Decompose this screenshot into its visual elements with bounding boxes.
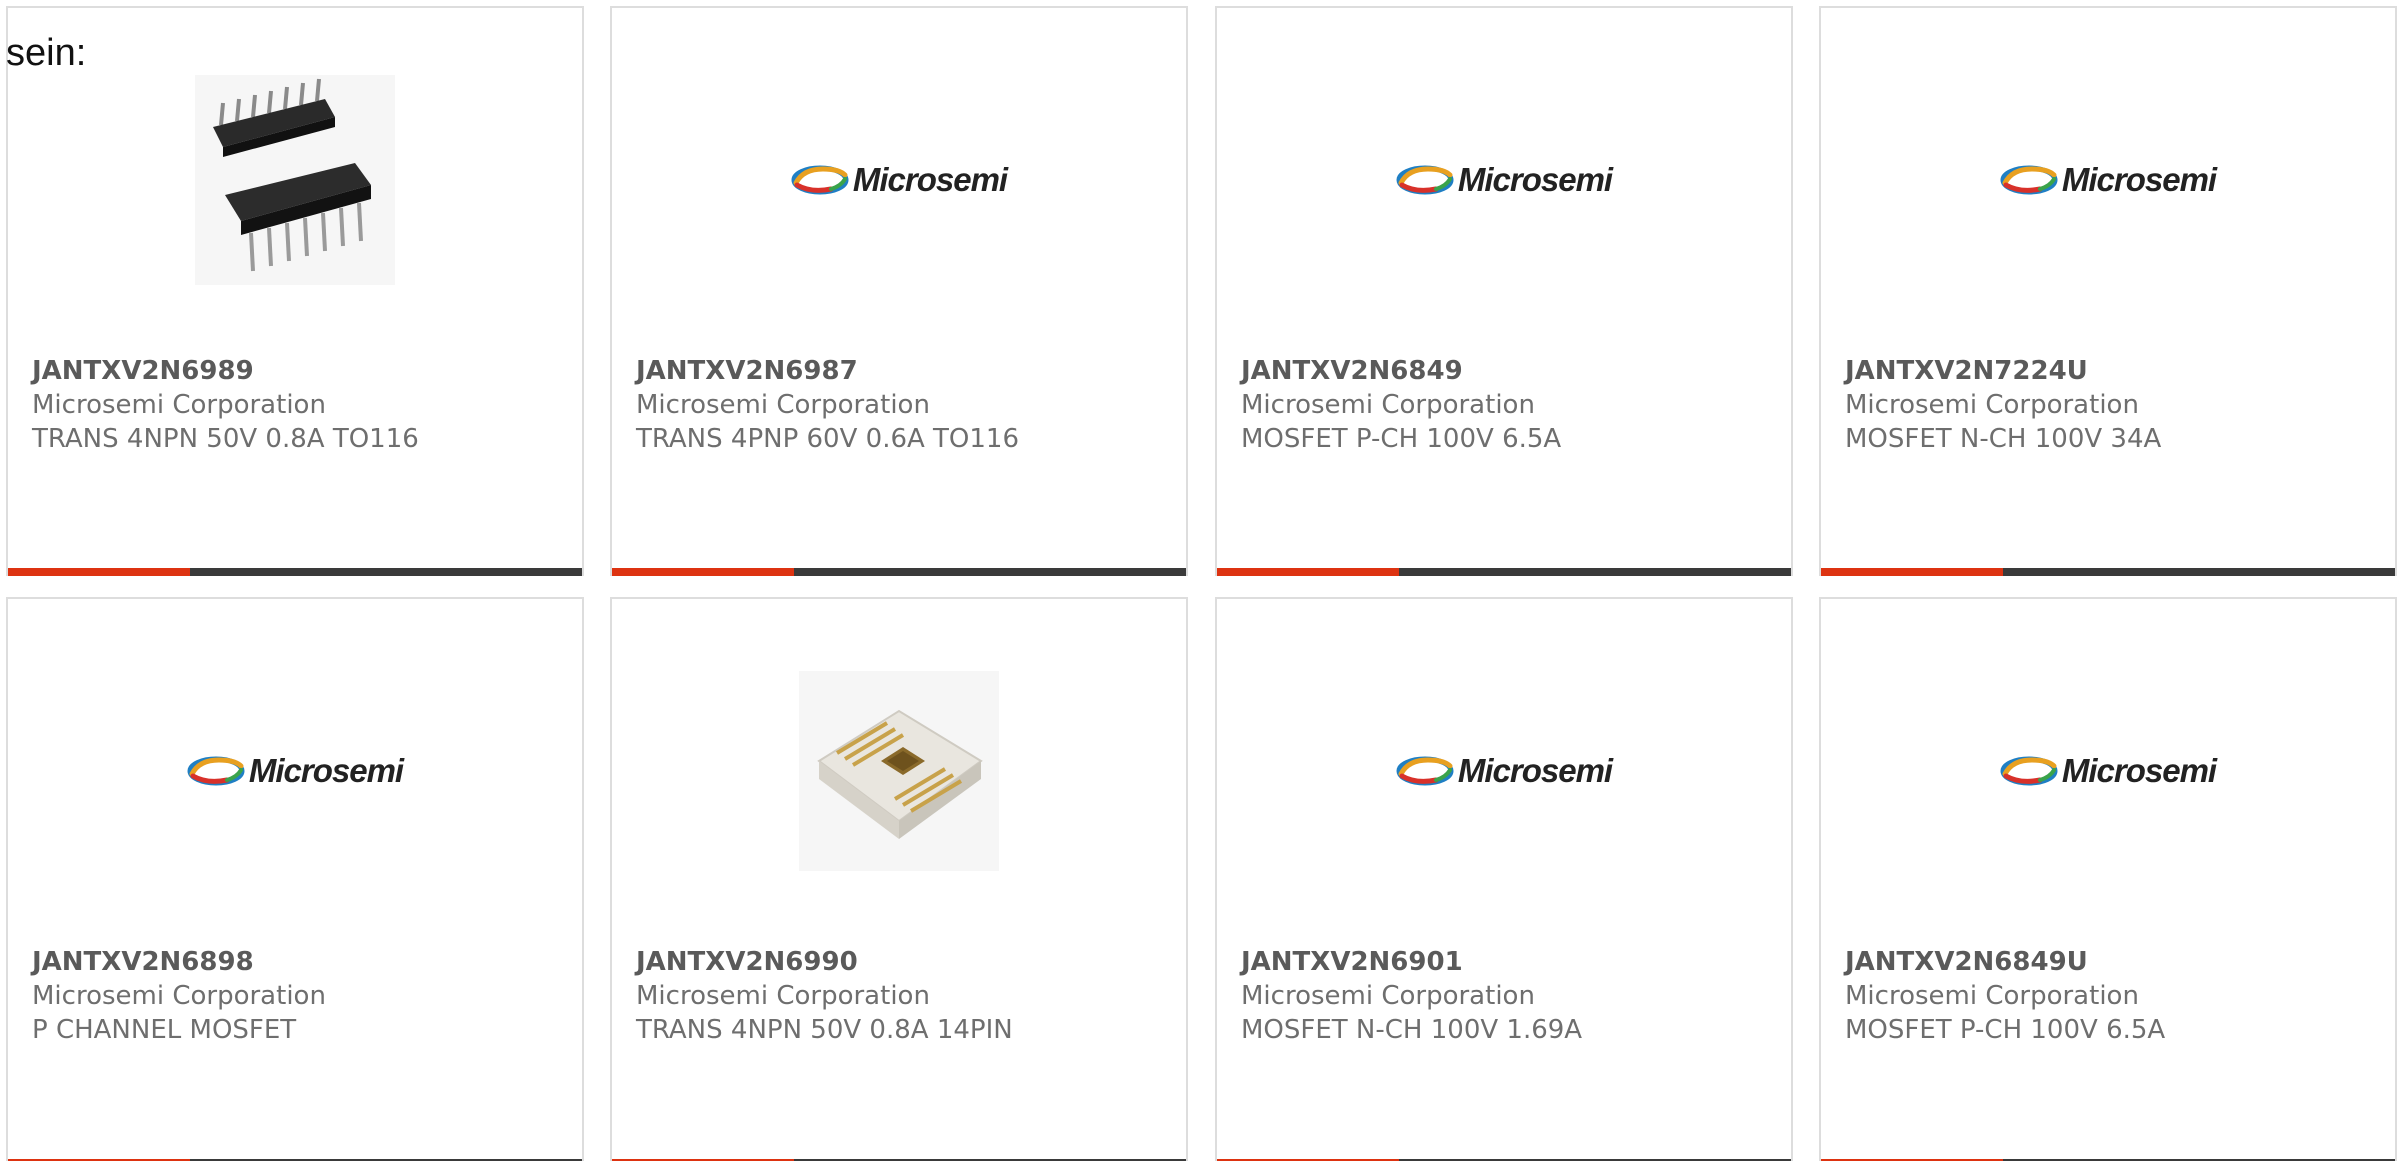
microsemi-swirl-icon <box>791 165 849 195</box>
product-manufacturer: Microsemi Corporation <box>1241 981 1535 1011</box>
microsemi-logo: Microsemi <box>187 752 404 790</box>
product-card[interactable]: Microsemi JANTXV2N7224U Microsemi Corpora… <box>1819 6 2397 576</box>
product-description: TRANS 4NPN 50V 0.8A 14PIN <box>636 1015 1013 1045</box>
product-description: P CHANNEL MOSFET <box>32 1015 297 1045</box>
product-info: JANTXV2N6989 Microsemi Corporation TRANS 4… <box>32 354 570 456</box>
microsemi-logo: Microsemi <box>2000 752 2217 790</box>
product-manufacturer: Microsemi Corporation <box>32 390 326 420</box>
product-manufacturer: Microsemi Corporation <box>636 981 930 1011</box>
card-accent-segment <box>612 568 794 576</box>
microsemi-wordmark: Microsemi <box>1457 161 1613 198</box>
product-description: MOSFET N-CH 100V 1.69A <box>1241 1015 1583 1045</box>
product-image[interactable]: Microsemi <box>1217 661 1791 881</box>
microsemi-swirl-icon <box>2000 165 2058 195</box>
product-manufacturer: Microsemi Corporation <box>1845 390 2139 420</box>
product-info: JANTXV2N6849 Microsemi Corporation MOSFET … <box>1241 354 1779 456</box>
product-image[interactable] <box>8 70 582 290</box>
product-part-number[interactable]: JANTXV2N6989 <box>32 354 570 388</box>
product-image[interactable] <box>612 661 1186 881</box>
product-card[interactable]: JANTXV2N6989 Microsemi Corporation TRANS 4… <box>6 6 584 576</box>
product-grid: JANTXV2N6989 Microsemi Corporation TRANS 4… <box>0 0 2400 1161</box>
product-description: TRANS 4PNP 60V 0.6A TO116 <box>636 424 1020 454</box>
product-info: JANTXV2N6901 Microsemi Corporation MOSFET … <box>1241 945 1779 1047</box>
product-image[interactable]: Microsemi <box>1821 70 2395 290</box>
product-image[interactable]: Microsemi <box>612 70 1186 290</box>
intro-text: sein: <box>6 32 87 74</box>
product-info: JANTXV2N6849U Microsemi Corporation MOSFET… <box>1845 945 2383 1047</box>
product-manufacturer: Microsemi Corporation <box>32 981 326 1011</box>
microsemi-wordmark: Microsemi <box>248 752 404 789</box>
product-manufacturer: Microsemi Corporation <box>1845 981 2139 1011</box>
microsemi-wordmark: Microsemi <box>2061 161 2217 198</box>
card-accent-bar <box>1217 568 1791 576</box>
microsemi-logo: Microsemi <box>2000 161 2217 199</box>
product-card[interactable]: Microsemi JANTXV2N6901 Microsemi Corporat… <box>1215 597 1793 1161</box>
product-info: JANTXV2N6990 Microsemi Corporation TRANS 4… <box>636 945 1174 1047</box>
microsemi-wordmark: Microsemi <box>852 161 1008 198</box>
product-description: MOSFET N-CH 100V 34A <box>1845 424 2162 454</box>
page: sein: JANTXV2N6989 Microsemi Corporation… <box>0 0 2400 1161</box>
product-info: JANTXV2N6987 Microsemi Corporation TRANS 4… <box>636 354 1174 456</box>
product-part-number[interactable]: JANTXV2N6849 <box>1241 354 1779 388</box>
product-part-number[interactable]: JANTXV2N7224U <box>1845 354 2383 388</box>
product-part-number[interactable]: JANTXV2N6987 <box>636 354 1174 388</box>
product-manufacturer: Microsemi Corporation <box>1241 390 1535 420</box>
product-part-number[interactable]: JANTXV2N6990 <box>636 945 1174 979</box>
card-accent-bar <box>1821 568 2395 576</box>
microsemi-swirl-icon <box>187 756 245 786</box>
microsemi-logo: Microsemi <box>1396 752 1613 790</box>
product-part-number[interactable]: JANTXV2N6898 <box>32 945 570 979</box>
product-description: MOSFET P-CH 100V 6.5A <box>1241 424 1562 454</box>
microsemi-logo: Microsemi <box>1396 161 1613 199</box>
microsemi-logo: Microsemi <box>791 161 1008 199</box>
product-description: MOSFET P-CH 100V 6.5A <box>1845 1015 2166 1045</box>
card-accent-bar <box>612 568 1186 576</box>
flatpack-package-icon <box>799 671 999 871</box>
product-card[interactable]: Microsemi JANTXV2N6849U Microsemi Corpora… <box>1819 597 2397 1161</box>
product-card[interactable]: Microsemi JANTXV2N6849 Microsemi Corporat… <box>1215 6 1793 576</box>
product-part-number[interactable]: JANTXV2N6901 <box>1241 945 1779 979</box>
microsemi-wordmark: Microsemi <box>2061 752 2217 789</box>
product-image[interactable]: Microsemi <box>8 661 582 881</box>
product-part-number[interactable]: JANTXV2N6849U <box>1845 945 2383 979</box>
microsemi-wordmark: Microsemi <box>1457 752 1613 789</box>
product-image[interactable]: Microsemi <box>1217 70 1791 290</box>
product-info: JANTXV2N6898 Microsemi Corporation P CHANN… <box>32 945 570 1047</box>
product-info: JANTXV2N7224U Microsemi Corporation MOSFET… <box>1845 354 2383 456</box>
card-accent-segment <box>8 568 190 576</box>
dip-14-package-icon <box>195 75 395 285</box>
microsemi-swirl-icon <box>2000 756 2058 786</box>
product-card[interactable]: Microsemi JANTXV2N6898 Microsemi Corporat… <box>6 597 584 1161</box>
card-accent-segment <box>1821 568 2003 576</box>
product-image[interactable]: Microsemi <box>1821 661 2395 881</box>
product-card[interactable]: JANTXV2N6990 Microsemi Corporation TRANS 4… <box>610 597 1188 1161</box>
product-card[interactable]: Microsemi JANTXV2N6987 Microsemi Corporat… <box>610 6 1188 576</box>
microsemi-swirl-icon <box>1396 165 1454 195</box>
product-manufacturer: Microsemi Corporation <box>636 390 930 420</box>
microsemi-swirl-icon <box>1396 756 1454 786</box>
card-accent-segment <box>1217 568 1399 576</box>
card-accent-bar <box>8 568 582 576</box>
product-description: TRANS 4NPN 50V 0.8A TO116 <box>32 424 419 454</box>
